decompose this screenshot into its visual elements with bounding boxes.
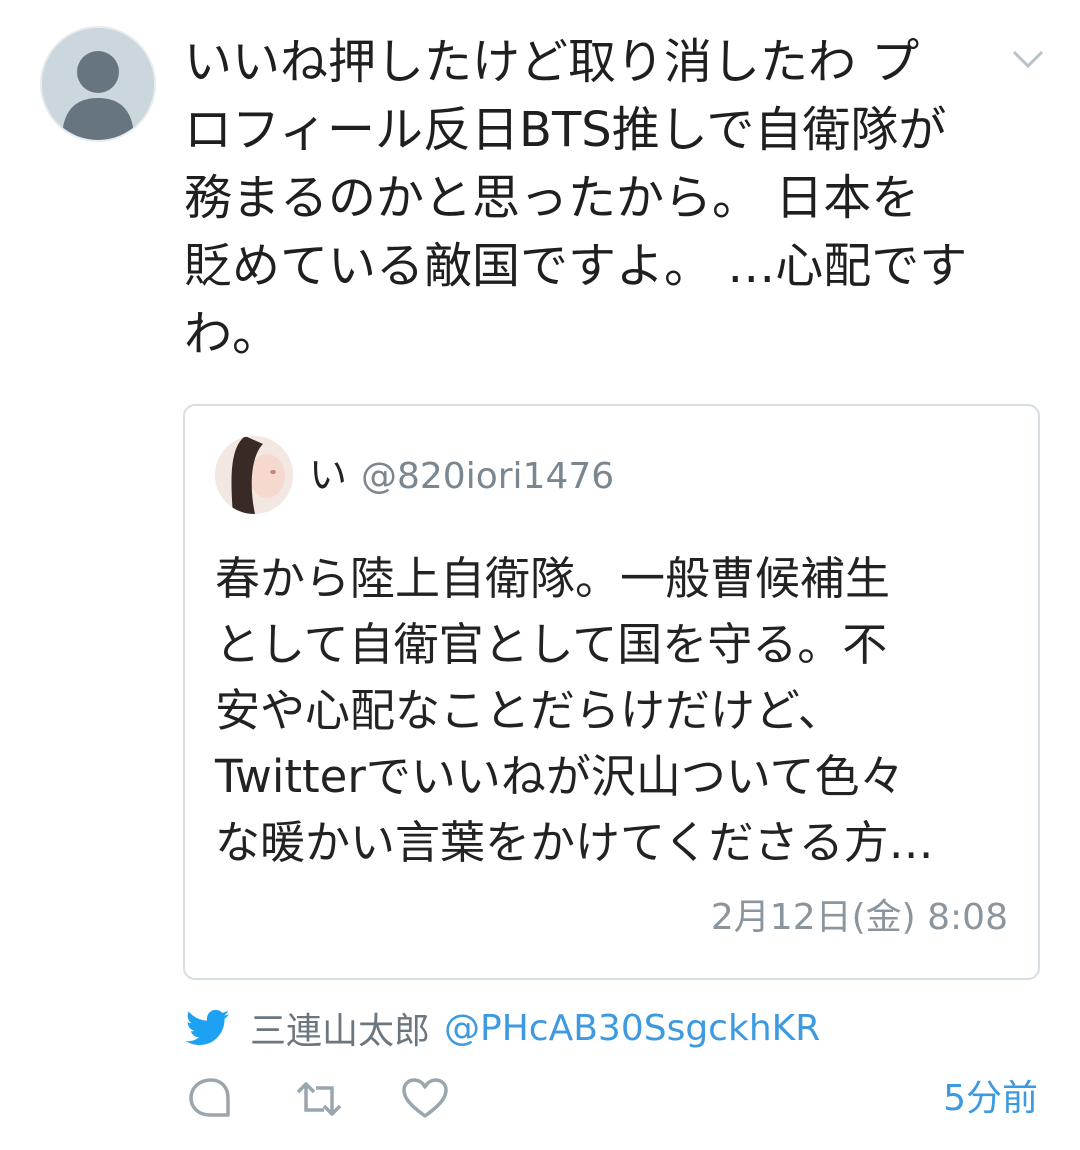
quoted-user-avatar bbox=[215, 436, 293, 514]
quoted-text-line: 春から陸上自衛隊。一般曹候補生 bbox=[215, 552, 891, 605]
user-photo-icon bbox=[215, 436, 293, 514]
via-user-name[interactable]: 三連山太郎 bbox=[250, 1002, 430, 1054]
via-user-handle[interactable]: @PHcAB30SsgckhKR bbox=[444, 1008, 820, 1049]
quoted-text-line: Twitterでいいねが沢山ついて色々 bbox=[215, 750, 905, 803]
reply-icon bbox=[189, 1078, 230, 1117]
user-avatar[interactable] bbox=[40, 26, 156, 142]
tweet-timestamp[interactable]: 5分前 bbox=[943, 1076, 1038, 1122]
tweet-text-line: いいね押したけど取り消したわ プ bbox=[184, 34, 920, 90]
tweet-text: いいね押したけど取り消したわ プロフィール反日BTS推しで自衛隊が 務まるのかと思… bbox=[184, 28, 1024, 368]
quoted-user-name: い bbox=[309, 453, 348, 497]
via-row: 三連山太郎 @PHcAB30SsgckhKR bbox=[186, 1004, 820, 1052]
default-user-avatar-icon bbox=[42, 28, 154, 140]
quoted-tweet-text: 春から陸上自衛隊。一般曹候補生 として自衛官として国を守る。不 安や心配なことだらけ… bbox=[215, 546, 1015, 876]
quoted-tweet-time: 2月12日(金) 8:08 bbox=[710, 897, 1008, 938]
quoted-text-line: として自衛官として国を守る。不 bbox=[215, 618, 888, 671]
reply-button[interactable] bbox=[186, 1074, 236, 1124]
tweet-text-line: わ。 bbox=[184, 306, 281, 362]
quoted-tweet-card[interactable]: い @820iori1476 春から陸上自衛隊。一般曹候補生 として自衛官として国… bbox=[183, 404, 1040, 980]
heart-icon bbox=[402, 1078, 448, 1118]
quoted-user-handle: @820iori1476 bbox=[361, 456, 615, 497]
twitter-bird-icon bbox=[186, 1009, 230, 1046]
retweet-button[interactable] bbox=[294, 1074, 344, 1124]
quoted-text-line: な暖かい言葉をかけてくださる方… bbox=[215, 816, 934, 869]
retweet-icon bbox=[296, 1082, 342, 1116]
tweet-text-line: 貶めている敵国ですよ。 …心配です bbox=[184, 238, 968, 294]
like-button[interactable] bbox=[400, 1074, 450, 1124]
tweet-text-line: 務まるのかと思ったから。 日本を bbox=[184, 170, 920, 226]
tweet-text-line: ロフィール反日BTS推しで自衛隊が bbox=[184, 102, 947, 158]
quoted-text-line: 安や心配なことだらけだけど、 bbox=[215, 684, 843, 737]
